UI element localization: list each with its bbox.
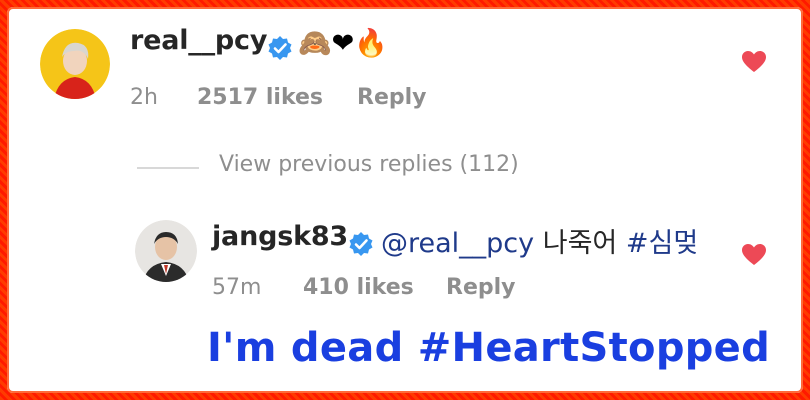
comment2-username[interactable]: jangsk83 [212, 221, 348, 252]
comment1-like-heart-icon[interactable] [741, 50, 767, 78]
comment2-mention[interactable]: @real__pcy [381, 228, 534, 259]
replies-divider [137, 167, 199, 169]
avatar-jangsk83[interactable] [135, 220, 197, 282]
comment1-reply-button[interactable]: Reply [357, 85, 427, 110]
comment2-like-heart-icon[interactable] [741, 243, 767, 271]
comment2-likes[interactable]: 410 likes [303, 275, 414, 300]
comment1-emojis: 🙈❤🔥 [298, 28, 388, 59]
translation-caption: I'm dead #HeartStopped [207, 325, 771, 371]
comment1-time: 2h [130, 85, 158, 110]
verified-badge-icon [348, 231, 374, 261]
comment2-time: 57m [212, 275, 262, 300]
comment1-username[interactable]: real__pcy [130, 25, 267, 56]
comment2-text: @real__pcy 나죽어 #심멎 [381, 221, 698, 260]
avatar-real-pcy[interactable] [40, 29, 110, 99]
comment1-likes[interactable]: 2517 likes [197, 85, 323, 110]
comment2-reply-button[interactable]: Reply [446, 275, 516, 300]
view-previous-replies-link[interactable]: View previous replies (112) [219, 152, 519, 177]
comment2-body: 나죽어 [542, 228, 618, 259]
verified-badge-icon [267, 35, 293, 65]
comment2-hashtag[interactable]: #심멎 [626, 228, 698, 259]
comment-card: real__pcy 🙈❤🔥 2h 2517 likes Reply View p… [7, 7, 803, 393]
